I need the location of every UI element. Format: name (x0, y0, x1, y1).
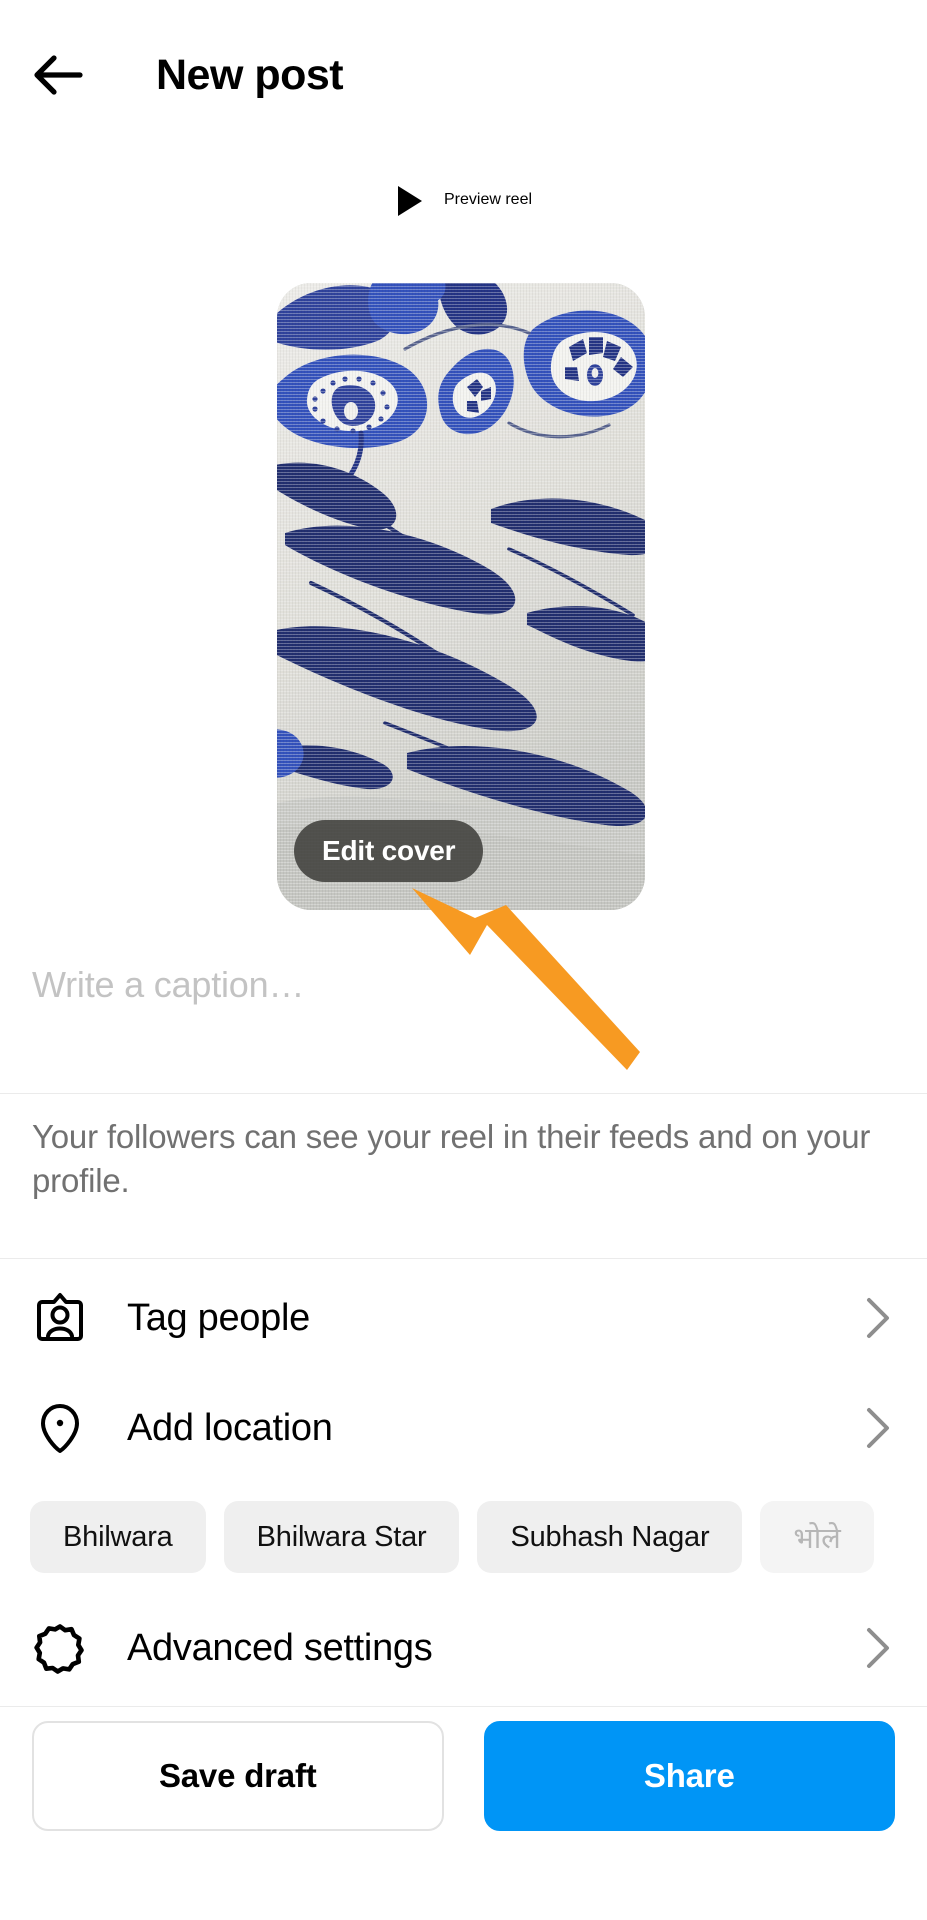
edit-cover-button[interactable]: Edit cover (294, 820, 484, 882)
back-button[interactable] (22, 39, 94, 111)
caption-input[interactable]: Write a caption… (0, 930, 927, 1092)
action-bar: Save draft Share (0, 1710, 927, 1842)
divider-above-actions (0, 1706, 927, 1707)
advanced-settings-label: Advanced settings (127, 1626, 433, 1669)
add-location-row[interactable]: Add location (0, 1372, 927, 1484)
audience-note: Your followers can see your reel in thei… (32, 1118, 871, 1199)
advanced-settings-row[interactable]: Advanced settings (0, 1592, 927, 1704)
location-chip[interactable]: भोले (760, 1501, 874, 1573)
new-post-screen: New post Preview reel Edit cover Write a… (0, 0, 927, 1920)
location-pin-icon (32, 1400, 88, 1456)
add-location-label: Add location (127, 1406, 333, 1449)
arrow-left-icon (34, 55, 83, 95)
gear-icon (32, 1620, 88, 1676)
tag-people-row[interactable]: Tag people (0, 1262, 927, 1374)
app-header: New post (0, 0, 927, 150)
caption-placeholder: Write a caption… (32, 964, 305, 1005)
tag-people-label: Tag people (127, 1296, 310, 1339)
save-draft-button[interactable]: Save draft (32, 1721, 444, 1831)
preview-reel-label: Preview reel (443, 191, 533, 208)
divider-above-audience-note (0, 1093, 927, 1094)
divider-below-audience-note (0, 1258, 927, 1259)
page-title: New post (156, 50, 344, 99)
tag-people-icon (32, 1290, 88, 1346)
reel-cover-thumbnail[interactable] (277, 283, 645, 910)
chevron-right-icon (867, 1408, 889, 1448)
chevron-right-icon (867, 1628, 889, 1668)
chevron-right-icon (867, 1298, 889, 1338)
share-button[interactable]: Share (483, 1721, 895, 1831)
floral-fabric-image (277, 283, 645, 910)
location-chip[interactable]: Bhilwara (30, 1501, 206, 1573)
location-suggestions[interactable]: Bhilwara Bhilwara Star Subhash Nagar भोल… (0, 1494, 927, 1580)
preview-reel-button[interactable]: Preview reel (0, 182, 927, 218)
location-chip[interactable]: Bhilwara Star (223, 1501, 460, 1573)
location-chip[interactable]: Subhash Nagar (477, 1501, 743, 1573)
play-icon (397, 186, 422, 216)
